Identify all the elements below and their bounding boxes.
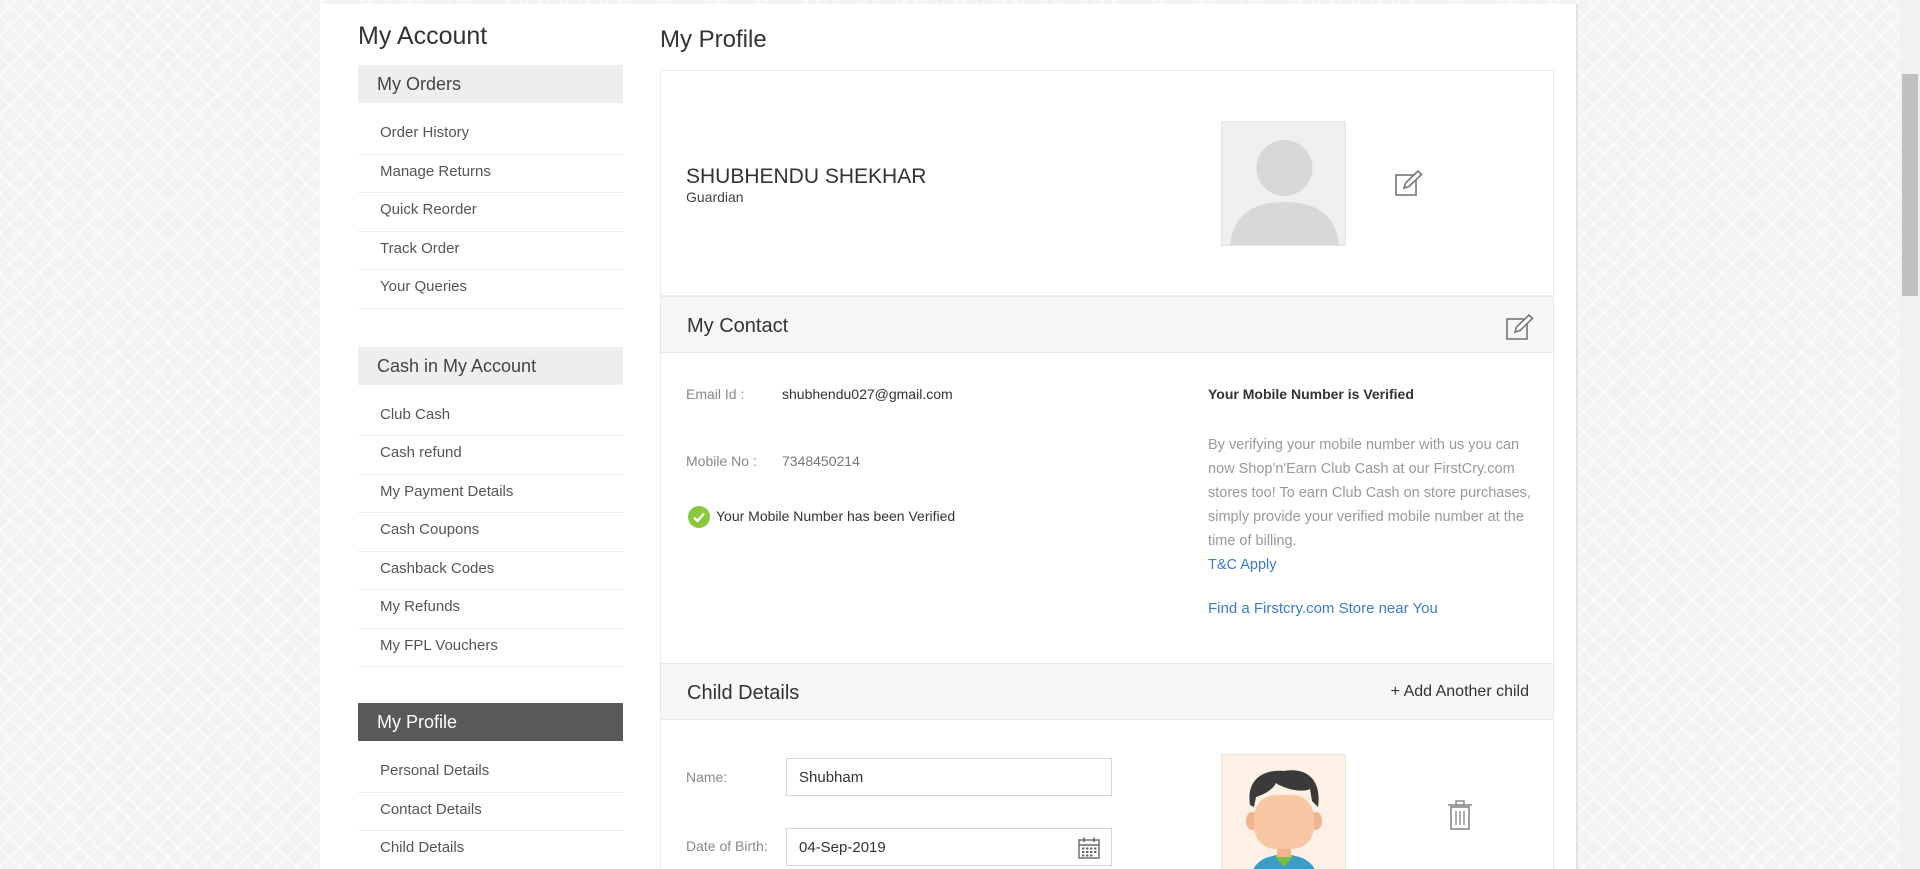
page-title: My Profile (660, 26, 767, 53)
calendar-icon[interactable] (1077, 836, 1101, 860)
sidebar-item-track-order[interactable]: Track Order (358, 232, 623, 270)
verified-description-text: By verifying your mobile number with us … (1208, 437, 1531, 549)
sidebar-item-fpl-vouchers[interactable]: My FPL Vouchers (358, 629, 623, 667)
sidebar-item-cash-coupons[interactable]: Cash Coupons (358, 513, 623, 552)
sidebar-item-cash-refund[interactable]: Cash refund (358, 436, 623, 475)
mobile-label: Mobile No : (686, 453, 757, 469)
tc-apply-link[interactable]: T&C Apply (1208, 557, 1277, 573)
section-header-my-profile[interactable]: My Profile (358, 703, 623, 741)
sidebar-item-payment-details[interactable]: My Payment Details (358, 475, 623, 513)
child-header: Child Details + Add Another child (660, 663, 1554, 720)
avatar[interactable] (1221, 121, 1346, 246)
sidebar-item-child-details[interactable]: Child Details (358, 831, 623, 869)
section-header-cash[interactable]: Cash in My Account (358, 346, 623, 385)
verified-description: By verifying your mobile number with us … (1208, 433, 1538, 577)
sidebar: My Account My Orders Order History Manag… (358, 22, 623, 869)
child-name-input[interactable] (786, 758, 1112, 796)
menu-my-orders: Order History Manage Returns Quick Reord… (358, 103, 623, 309)
menu-my-profile: Personal Details Contact Details Child D… (358, 741, 623, 869)
sidebar-item-club-cash[interactable]: Club Cash (358, 398, 623, 436)
sidebar-item-cashback-codes[interactable]: Cashback Codes (358, 552, 623, 590)
email-value: shubhendu027@gmail.com (782, 386, 953, 402)
child-body: Name: Date of Birth: (660, 720, 1554, 869)
contact-header: My Contact (660, 296, 1554, 353)
sidebar-item-manage-returns[interactable]: Manage Returns (358, 155, 623, 193)
edit-icon[interactable] (1505, 313, 1535, 348)
page-card: My Account My Orders Order History Manag… (320, 4, 1578, 869)
user-placeholder-icon (1230, 140, 1339, 245)
contact-body: Email Id : shubhendu027@gmail.com Mobile… (660, 353, 1554, 663)
scrollbar-thumb[interactable] (1902, 74, 1918, 296)
child-avatar-icon (1246, 770, 1322, 869)
contact-title: My Contact (687, 315, 789, 337)
dob-label: Date of Birth: (686, 838, 768, 854)
edit-icon[interactable] (1394, 169, 1424, 204)
user-name: SHUBHENDU SHEKHAR (686, 165, 927, 188)
add-child-button[interactable]: + Add Another child (1391, 683, 1529, 701)
main-content: My Profile SHUBHENDU SHEKHAR Guardian My… (660, 26, 1554, 869)
child-avatar[interactable] (1221, 754, 1346, 869)
child-title: Child Details (687, 682, 800, 704)
sidebar-title: My Account (358, 22, 488, 50)
sidebar-item-order-history[interactable]: Order History (358, 116, 623, 155)
dob-input[interactable] (786, 828, 1112, 866)
email-label: Email Id : (686, 386, 745, 402)
sidebar-item-your-queries[interactable]: Your Queries (358, 270, 623, 309)
child-name-label: Name: (686, 769, 728, 785)
sidebar-item-contact-details[interactable]: Contact Details (358, 793, 623, 831)
sidebar-item-my-refunds[interactable]: My Refunds (358, 590, 623, 629)
mobile-value: 7348450214 (782, 453, 860, 469)
verified-message: Your Mobile Number has been Verified (716, 508, 956, 524)
check-circle-icon (688, 506, 710, 528)
menu-cash: Club Cash Cash refund My Payment Details… (358, 385, 623, 667)
profile-card: SHUBHENDU SHEKHAR Guardian (660, 70, 1554, 296)
user-role: Guardian (686, 189, 744, 205)
section-header-my-orders[interactable]: My Orders (358, 65, 623, 103)
verified-title: Your Mobile Number is Verified (1208, 386, 1414, 402)
sidebar-item-personal-details[interactable]: Personal Details (358, 754, 623, 793)
store-locator-link[interactable]: Find a Firstcry.com Store near You (1208, 600, 1438, 617)
sidebar-item-quick-reorder[interactable]: Quick Reorder (358, 193, 623, 232)
page-scrollbar[interactable] (1900, 0, 1920, 869)
trash-icon[interactable] (1447, 800, 1473, 830)
